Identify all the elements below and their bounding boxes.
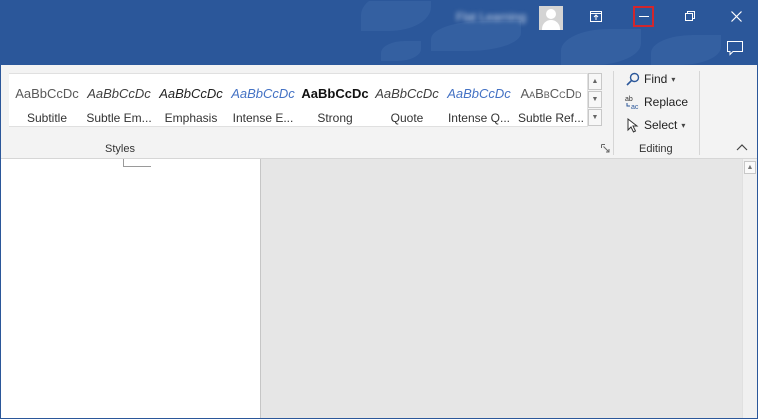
group-separator [699, 71, 700, 155]
restore-button[interactable] [667, 1, 713, 31]
style-strong[interactable]: AaBbCcDc Strong [299, 74, 371, 126]
style-name: Strong [317, 111, 353, 125]
group-separator [613, 71, 614, 155]
style-subtle-emphasis[interactable]: AaBbCcDc Subtle Em... [83, 74, 155, 126]
document-page[interactable] [1, 159, 261, 418]
ribbon-display-options-button[interactable] [573, 1, 619, 31]
search-icon [625, 71, 641, 87]
chevron-down-icon: ▼ [591, 96, 599, 103]
replace-button[interactable]: ab ac Replace [625, 92, 688, 112]
gallery-more-button[interactable]: ▼ [588, 109, 602, 126]
cursor-arrow-icon [625, 117, 641, 133]
gallery-scroll-up-button[interactable]: ▲ [588, 73, 602, 90]
style-emphasis[interactable]: AaBbCcDc Emphasis [155, 74, 227, 126]
account-avatar[interactable] [539, 6, 563, 30]
style-name: Subtle Ref... [517, 111, 585, 125]
chevron-down-icon: ▾ [671, 74, 676, 84]
style-subtitle[interactable]: AaBbCcDc Subtitle [11, 74, 83, 126]
word-window: Flat Learning AaBbCcDc Subtitle AaBbCcDc… [0, 0, 758, 419]
select-label: Select [644, 118, 678, 132]
scroll-up-button[interactable]: ▲ [744, 161, 756, 174]
minimize-highlight [633, 6, 654, 27]
chevron-up-icon: ▲ [746, 164, 754, 171]
ribbon: AaBbCcDc Subtitle AaBbCcDc Subtle Em... … [1, 65, 757, 159]
style-name: Intense E... [232, 111, 294, 125]
style-sample: AaBbCcDc [159, 86, 223, 101]
chevron-up-icon: ▲ [591, 78, 599, 85]
styles-gallery-scroll: ▲ ▼ ▼ [588, 73, 602, 127]
chevron-down-icon: ▾ [681, 120, 686, 130]
style-intense-emphasis[interactable]: AaBbCcDc Intense E... [227, 74, 299, 126]
style-subtle-reference[interactable]: AaBbCcDd Subtle Ref... [515, 74, 587, 126]
style-name: Subtle Em... [86, 111, 152, 125]
style-quote[interactable]: AaBbCcDc Quote [371, 74, 443, 126]
style-sample: AaBbCcDc [301, 86, 369, 101]
find-button[interactable]: Find ▾ [625, 69, 675, 89]
styles-gallery: AaBbCcDc Subtitle AaBbCcDc Subtle Em... … [9, 73, 588, 127]
collapse-ribbon-button[interactable] [734, 140, 750, 154]
close-icon [730, 10, 742, 22]
style-name: Subtitle [26, 111, 68, 125]
styles-dialog-launcher[interactable] [601, 144, 611, 154]
svg-text:ac: ac [631, 104, 639, 110]
style-name: Quote [390, 111, 424, 125]
style-sample: AaBbCcDd [520, 86, 582, 101]
replace-icon: ab ac [625, 94, 641, 110]
style-name: Intense Q... [447, 111, 511, 125]
comments-button[interactable] [723, 37, 747, 59]
editing-group-label: Editing [639, 143, 673, 155]
find-label: Find [644, 72, 668, 86]
margin-marker [123, 159, 151, 167]
vertical-scrollbar[interactable]: ▲ [742, 159, 757, 418]
style-sample: AaBbCcDc [375, 86, 439, 101]
gallery-scroll-down-button[interactable]: ▼ [588, 91, 602, 108]
style-sample: AaBbCcDc [447, 86, 511, 101]
dialog-launcher-icon [601, 144, 610, 153]
style-name: Emphasis [164, 111, 218, 125]
select-button[interactable]: Select ▾ [625, 115, 685, 135]
close-button[interactable] [713, 1, 757, 31]
style-sample: AaBbCcDc [87, 86, 151, 101]
svg-text:ab: ab [625, 96, 633, 103]
account-name[interactable]: Flat Learning [456, 9, 526, 25]
restore-icon [684, 10, 695, 21]
style-intense-quote[interactable]: AaBbCcDc Intense Q... [443, 74, 515, 126]
style-sample: AaBbCcDc [15, 86, 79, 101]
chevron-up-icon [736, 143, 748, 150]
style-sample: AaBbCcDc [231, 86, 295, 101]
more-icon: ▼ [591, 114, 599, 121]
ribbon-display-options-icon [590, 10, 602, 22]
styles-group-label: Styles [105, 143, 135, 155]
document-area: ▲ [1, 159, 757, 418]
comment-icon [727, 40, 743, 56]
title-bar: Flat Learning [1, 1, 757, 65]
replace-label: Replace [644, 95, 689, 109]
